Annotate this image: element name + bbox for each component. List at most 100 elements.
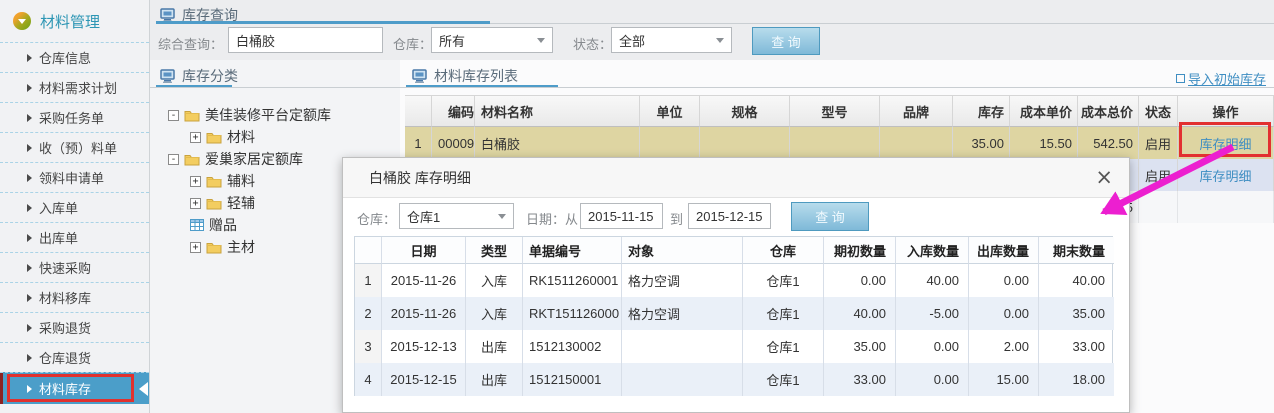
table-cell: 格力空调 (622, 264, 743, 297)
table-cell: 00009 (432, 127, 475, 159)
stock-detail-link[interactable]: 库存明细 (1178, 127, 1274, 159)
sidebar-item[interactable]: 出库单 (0, 222, 149, 252)
detail-table-row: 22015-11-26入库RKT151126000格力空调仓库140.00-5.… (355, 297, 1112, 330)
sidebar-item[interactable]: 仓库退货 (0, 342, 149, 372)
table-cell: 白桶胶 (475, 127, 640, 159)
caret-right-icon (27, 114, 32, 122)
warehouse-select-value: 所有 (439, 31, 465, 50)
status-label: 状态： (573, 34, 612, 53)
expand-icon[interactable]: + (190, 176, 201, 187)
dialog-warehouse-value: 仓库1 (407, 207, 440, 226)
chevron-down-icon (537, 38, 545, 43)
keyword-input[interactable]: 白桶胶 (228, 27, 383, 53)
caret-right-icon (27, 144, 32, 152)
sidebar-item-label: 收（预）料单 (39, 138, 117, 157)
column-header: 库存 (953, 95, 1010, 127)
caret-right-icon (27, 294, 32, 302)
table-cell: -5.00 (896, 297, 969, 330)
sidebar-item[interactable]: 材料移库 (0, 282, 149, 312)
table-cell: 2015-12-15 (382, 363, 466, 396)
stock-detail-link[interactable]: 库存明细 (1178, 159, 1274, 191)
table-cell: 1512150001 (523, 363, 622, 396)
sidebar-item[interactable]: 领料申请单 (0, 162, 149, 192)
table-cell: 入库 (466, 297, 523, 330)
grid-icon (190, 219, 204, 231)
expand-icon[interactable]: + (190, 198, 201, 209)
column-header: 成本单价 (1010, 95, 1078, 127)
column-header: 材料名称 (475, 95, 640, 127)
sidebar-item[interactable]: 仓库信息 (0, 42, 149, 72)
table-cell: 3 (355, 330, 382, 363)
dialog-warehouse-select[interactable]: 仓库1 (399, 203, 514, 229)
collapse-icon[interactable]: - (168, 154, 179, 165)
caret-right-icon (27, 234, 32, 242)
category-panel-title: 库存分类 (160, 66, 238, 86)
sidebar-item[interactable]: 采购退货 (0, 312, 149, 342)
table-cell: 仓库1 (743, 330, 824, 363)
caret-right-icon (27, 84, 32, 92)
table-cell: 2015-11-26 (382, 264, 466, 297)
detail-table-row: 32015-12-13出库1512130002仓库135.000.002.003… (355, 330, 1112, 363)
table-cell: 40.00 (1039, 264, 1114, 297)
material-row-selected[interactable]: 100009白桶胶35.0015.50542.50启用库存明细 (405, 127, 1274, 159)
sidebar-item-label: 材料移库 (39, 288, 91, 307)
sidebar-item-label: 采购任务单 (39, 108, 104, 127)
sidebar-item-label: 出库单 (39, 228, 78, 247)
sidebar-item[interactable]: 快速采购 (0, 252, 149, 282)
dialog-title: 白桶胶 库存明细 (369, 168, 471, 188)
expand-icon[interactable]: + (190, 242, 201, 253)
expand-icon[interactable]: + (190, 132, 201, 143)
table-cell: RKT151126000 (523, 297, 622, 330)
module-toggle-icon (13, 12, 31, 30)
column-header (355, 237, 382, 264)
column-header (405, 95, 432, 127)
date-to-label: 到 (670, 209, 683, 228)
table-cell (1178, 191, 1274, 223)
table-cell: 0.00 (896, 330, 969, 363)
table-cell: 2.00 (969, 330, 1039, 363)
table-cell: 35.00 (953, 127, 1010, 159)
table-cell: 出库 (466, 330, 523, 363)
dialog-search-button[interactable]: 查 询 (791, 202, 869, 231)
table-cell (640, 127, 700, 159)
tree-node[interactable]: -美佳装修平台定额库 (150, 104, 400, 126)
sidebar-header-label: 材料管理 (40, 11, 100, 32)
sidebar-header[interactable]: 材料管理 (0, 0, 149, 42)
sidebar-item-label: 材料库存 (39, 379, 91, 398)
table-cell: 1 (405, 127, 432, 159)
table-cell: 0.00 (824, 264, 896, 297)
table-cell: 35.00 (1039, 297, 1114, 330)
table-cell (880, 127, 953, 159)
search-button[interactable]: 查 询 (752, 27, 820, 55)
table-cell: 0.00 (896, 363, 969, 396)
dialog-titlebar: 白桶胶 库存明细 × (343, 158, 1129, 198)
warehouse-label: 仓库： (393, 34, 432, 53)
sidebar-item-material-stock[interactable]: 材料库存 (0, 372, 149, 404)
sidebar-item[interactable]: 收（预）料单 (0, 132, 149, 162)
chevron-down-icon (498, 214, 506, 219)
status-select[interactable]: 全部 (611, 27, 732, 53)
date-from-input[interactable]: 2015-11-15 (580, 203, 663, 229)
collapse-icon[interactable]: - (168, 110, 179, 121)
column-header: 品牌 (880, 95, 953, 127)
sidebar-item[interactable]: 材料需求计划 (0, 72, 149, 102)
caret-right-icon (27, 324, 32, 332)
column-header: 类型 (466, 237, 523, 264)
sidebar-item[interactable]: 采购任务单 (0, 102, 149, 132)
sidebar-item[interactable]: 入库单 (0, 192, 149, 222)
close-icon[interactable]: × (1095, 167, 1113, 188)
tree-node[interactable]: +材料 (150, 126, 400, 148)
column-header: 入库数量 (896, 237, 969, 264)
sidebar: 材料管理 仓库信息材料需求计划采购任务单收（预）料单领料申请单入库单出库单快速采… (0, 0, 150, 413)
column-header: 编码 (432, 95, 475, 127)
keyword-label: 综合查询： (158, 34, 223, 53)
warehouse-select[interactable]: 所有 (431, 27, 553, 53)
column-header: 对象 (622, 237, 743, 264)
selected-notch-icon (139, 382, 148, 396)
table-cell: 0.00 (969, 264, 1039, 297)
table-cell: 2015-11-26 (382, 297, 466, 330)
date-to-input[interactable]: 2015-12-15 (688, 203, 771, 229)
import-initial-stock-link[interactable]: 导入初始库存 (1176, 69, 1266, 88)
table-cell: 15.50 (1010, 127, 1078, 159)
column-header: 期末数量 (1039, 237, 1114, 264)
